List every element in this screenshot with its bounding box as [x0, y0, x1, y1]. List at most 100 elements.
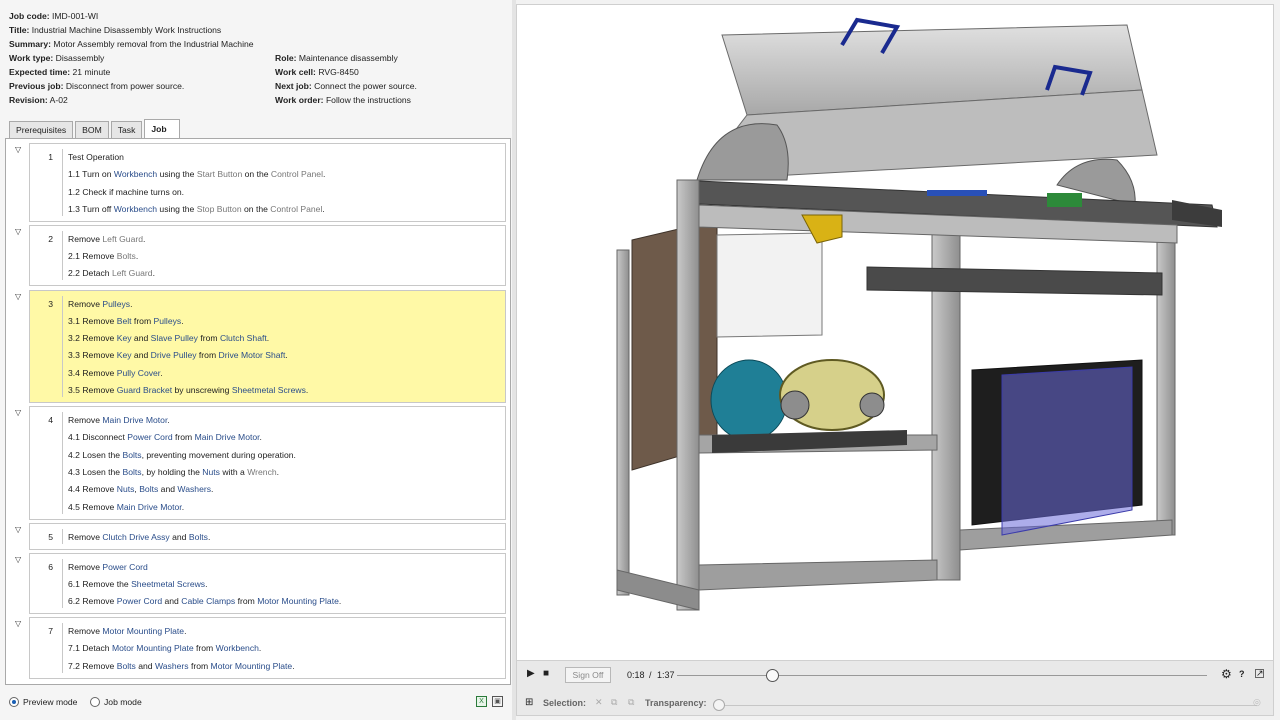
- sub-step[interactable]: 7.2 Remove Bolts and Washers from Motor …: [68, 661, 295, 672]
- step-card[interactable]: 1 Test Operation 1.1 Turn on Workbench usi…: [29, 143, 506, 222]
- help-icon[interactable]: ?: [1239, 669, 1245, 679]
- part-link[interactable]: Drive Pulley: [151, 350, 197, 360]
- part-link[interactable]: Power Cord: [102, 562, 147, 572]
- sub-step[interactable]: 6.1 Remove the Sheetmetal Screws.: [68, 579, 208, 590]
- part-link[interactable]: Main Drive Motor: [195, 432, 260, 442]
- tab-bom[interactable]: BOM: [75, 121, 109, 138]
- part-link[interactable]: Clutch Shaft: [220, 333, 267, 343]
- collapse-triangle-icon[interactable]: ▽: [15, 227, 21, 236]
- part-link[interactable]: Motor Mounting Plate: [211, 661, 293, 671]
- part-link[interactable]: Clutch Drive Assy: [102, 532, 169, 542]
- sub-step[interactable]: 4.2 Losen the Bolts, preventing movement…: [68, 450, 296, 461]
- part-link[interactable]: Pully Cover: [117, 368, 160, 378]
- part-link[interactable]: Sheetmetal Screws: [232, 385, 306, 395]
- step-card[interactable]: 7 Remove Motor Mounting Plate. 7.1 Detach …: [29, 617, 506, 679]
- part-link[interactable]: Pulleys: [154, 316, 182, 326]
- export-icon[interactable]: ▣: [492, 696, 503, 707]
- part-link[interactable]: Washers: [177, 484, 211, 494]
- select-tool-icon[interactable]: ⊞: [525, 697, 533, 708]
- timeline-thumb[interactable]: [766, 669, 780, 682]
- isolate-selection-icon[interactable]: ⧉: [628, 697, 634, 708]
- part-link[interactable]: Key: [117, 350, 132, 360]
- step-title[interactable]: Test Operation: [68, 152, 124, 163]
- part-link[interactable]: Slave Pulley: [151, 333, 198, 343]
- transparency-thumb[interactable]: [713, 699, 725, 711]
- part-link[interactable]: Sheetmetal Screws: [131, 579, 205, 589]
- sub-step[interactable]: 4.4 Remove Nuts, Bolts and Washers.: [68, 484, 213, 495]
- part-link[interactable]: Main Drive Motor: [102, 415, 167, 425]
- part-link[interactable]: Main Drive Motor: [117, 502, 182, 512]
- part-link[interactable]: Workbench: [216, 643, 259, 653]
- sub-step[interactable]: 4.5 Remove Main Drive Motor.: [68, 502, 184, 513]
- part-link[interactable]: Bolts: [189, 532, 208, 542]
- step-card[interactable]: 4 Remove Main Drive Motor. 4.1 Disconnect …: [29, 406, 506, 520]
- sub-step[interactable]: 3.2 Remove Key and Slave Pulley from Clu…: [68, 333, 269, 344]
- collapse-triangle-icon[interactable]: ▽: [15, 145, 21, 154]
- tool-link[interactable]: Left Guard: [102, 234, 143, 244]
- sub-step[interactable]: 3.3 Remove Key and Drive Pulley from Dri…: [68, 350, 288, 361]
- part-link[interactable]: Cable Clamps: [181, 596, 235, 606]
- hide-selection-icon[interactable]: ⧉: [611, 697, 617, 708]
- collapse-triangle-icon[interactable]: ▽: [15, 525, 21, 534]
- part-link[interactable]: Washers: [155, 661, 189, 671]
- tool-link[interactable]: Wrench: [247, 467, 276, 477]
- collapse-triangle-icon[interactable]: ▽: [15, 408, 21, 417]
- sign-off-button[interactable]: Sign Off: [565, 667, 611, 683]
- sub-step[interactable]: 1.2 Check if machine turns on.: [68, 187, 184, 198]
- sub-step[interactable]: 3.4 Remove Pully Cover.: [68, 368, 163, 379]
- part-link[interactable]: Bolts: [122, 450, 141, 460]
- clear-selection-icon[interactable]: ✕: [595, 697, 603, 708]
- part-link[interactable]: Power Cord: [117, 596, 162, 606]
- part-link[interactable]: Bolts: [117, 661, 136, 671]
- part-link[interactable]: Power Cord: [127, 432, 172, 442]
- play-icon[interactable]: ▶: [527, 668, 535, 679]
- part-link[interactable]: Nuts: [117, 484, 135, 494]
- part-link[interactable]: Pulleys: [102, 299, 130, 309]
- sub-step[interactable]: 4.3 Losen the Bolts, by holding the Nuts…: [68, 467, 279, 478]
- part-link[interactable]: Drive Motor Shaft: [219, 350, 286, 360]
- part-link[interactable]: Key: [117, 333, 132, 343]
- part-link[interactable]: Nuts: [202, 467, 220, 477]
- step-title[interactable]: Remove Motor Mounting Plate.: [68, 626, 186, 637]
- machine-3d-model[interactable]: [517, 5, 1273, 659]
- sub-step[interactable]: 7.1 Detach Motor Mounting Plate from Wor…: [68, 643, 261, 654]
- collapse-triangle-icon[interactable]: ▽: [15, 292, 21, 301]
- tool-link[interactable]: Stop Button: [197, 204, 242, 214]
- step-title[interactable]: Remove Clutch Drive Assy and Bolts.: [68, 532, 210, 543]
- collapse-triangle-icon[interactable]: ▽: [15, 555, 21, 564]
- part-link[interactable]: Motor Mounting Plate: [112, 643, 194, 653]
- step-title[interactable]: Remove Pulleys.: [68, 299, 132, 310]
- step-card[interactable]: 3 Remove Pulleys. 3.1 Remove Belt from Pul…: [29, 289, 506, 403]
- step-card[interactable]: 6 Remove Power Cord 6.1 Remove the Sheetme…: [29, 552, 506, 615]
- sub-step[interactable]: 3.5 Remove Guard Bracket by unscrewing S…: [68, 385, 308, 396]
- stop-icon[interactable]: ■: [543, 668, 549, 679]
- tool-link[interactable]: Left Guard: [112, 268, 153, 278]
- sub-step[interactable]: 3.1 Remove Belt from Pulleys.: [68, 316, 184, 327]
- sub-step[interactable]: 4.1 Disconnect Power Cord from Main Driv…: [68, 432, 262, 443]
- tool-link[interactable]: Control Panel: [271, 169, 323, 179]
- part-link[interactable]: Guard Bracket: [117, 385, 172, 395]
- part-link[interactable]: Bolts: [122, 467, 141, 477]
- part-link[interactable]: Workbench: [114, 169, 157, 179]
- part-link[interactable]: Belt: [117, 316, 132, 326]
- sub-step[interactable]: 1.1 Turn on Workbench using the Start Bu…: [68, 169, 325, 180]
- tool-link[interactable]: Control Panel: [270, 204, 322, 214]
- timeline-track[interactable]: [677, 675, 1207, 676]
- excel-icon[interactable]: X: [476, 696, 487, 707]
- step-title[interactable]: Remove Main Drive Motor.: [68, 415, 170, 426]
- tool-link[interactable]: Bolts: [117, 251, 136, 261]
- step-card[interactable]: 2 Remove Left Guard. 2.1 Remove Bolts. 2.2 …: [29, 224, 506, 287]
- sub-step[interactable]: 1.3 Turn off Workbench using the Stop Bu…: [68, 204, 325, 215]
- 3d-viewport[interactable]: [517, 5, 1273, 659]
- tab-job[interactable]: Job: [144, 119, 180, 138]
- job-mode-radio[interactable]: [90, 697, 100, 707]
- reset-transparency-icon[interactable]: ◎: [1253, 697, 1261, 708]
- step-title[interactable]: Remove Power Cord: [68, 562, 148, 573]
- job-mode-label[interactable]: Job mode: [104, 697, 142, 707]
- sub-step[interactable]: 2.1 Remove Bolts.: [68, 251, 138, 262]
- popout-icon[interactable]: ↗: [1255, 669, 1264, 678]
- part-link[interactable]: Bolts: [139, 484, 158, 494]
- part-link[interactable]: Motor Mounting Plate: [257, 596, 339, 606]
- sub-step[interactable]: 2.2 Detach Left Guard.: [68, 268, 155, 279]
- tab-task[interactable]: Task: [110, 121, 143, 138]
